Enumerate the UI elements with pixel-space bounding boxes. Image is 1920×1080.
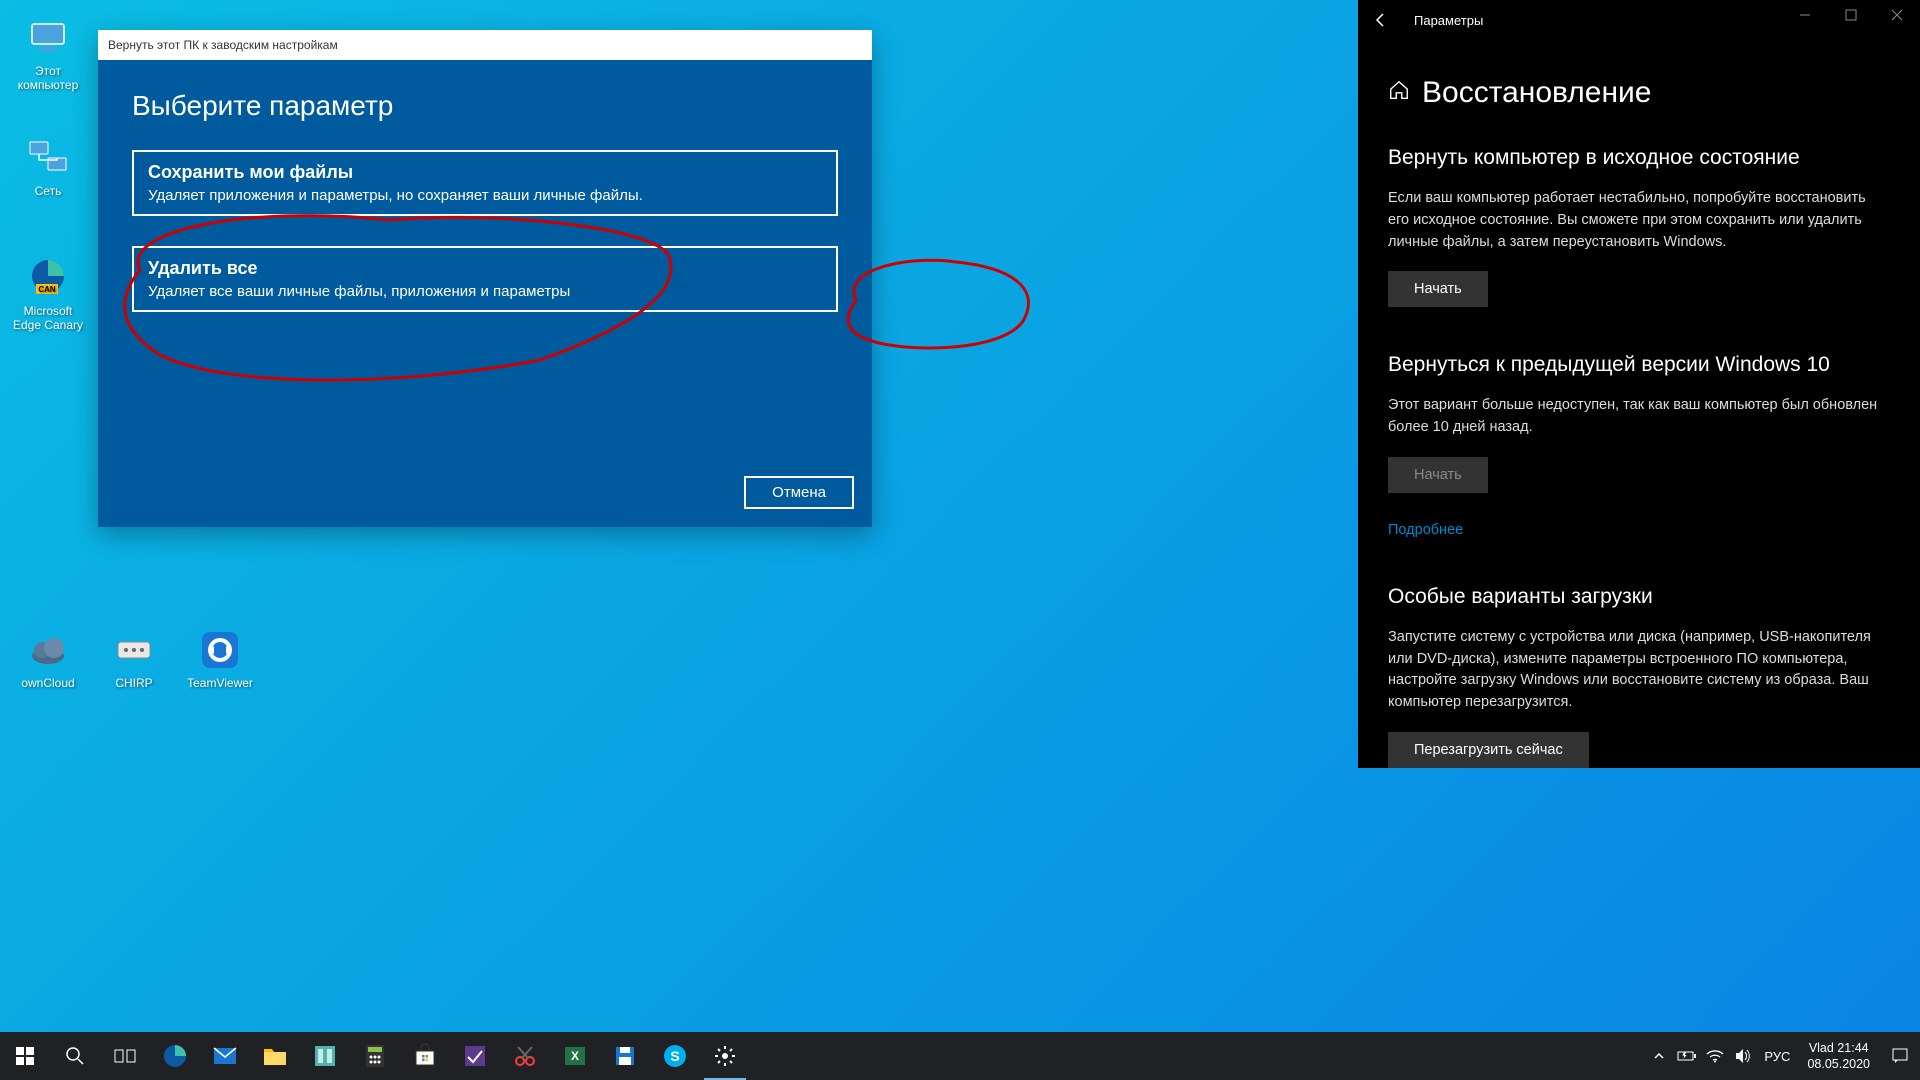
- taskbar-app-edge[interactable]: [150, 1032, 200, 1080]
- desktop-icon-label: CHIRP: [115, 676, 152, 690]
- search-button[interactable]: [50, 1032, 100, 1080]
- taskbar-app-snipping[interactable]: [500, 1032, 550, 1080]
- section-text: Этот вариант больше недоступен, так как …: [1388, 395, 1890, 439]
- reset-dialog-title: Вернуть этот ПК к заводским настройкам: [108, 38, 338, 52]
- tray-battery-icon[interactable]: [1673, 1032, 1701, 1080]
- desktop-icon-label: Microsoft Edge Canary: [10, 304, 86, 332]
- settings-window-title: Параметры: [1414, 13, 1483, 28]
- home-icon[interactable]: [1388, 79, 1410, 107]
- svg-text:S: S: [670, 1048, 679, 1064]
- reset-dialog: Вернуть этот ПК к заводским настройкам В…: [98, 30, 872, 527]
- desktop-icon-chirp[interactable]: CHIRP: [96, 628, 172, 690]
- desktop-icon-label: Сеть: [35, 184, 62, 198]
- desktop-icon-label: Этот компьютер: [10, 64, 86, 92]
- desktop-icon-teamviewer[interactable]: TeamViewer: [182, 628, 258, 690]
- serial-icon: [112, 628, 156, 672]
- start-reset-button[interactable]: Начать: [1388, 271, 1488, 307]
- tray-volume-icon[interactable]: [1729, 1032, 1757, 1080]
- section-heading-advanced: Особые варианты загрузки: [1388, 585, 1890, 609]
- desktop-icon-edge[interactable]: CAN Microsoft Edge Canary: [10, 256, 86, 332]
- option-title: Сохранить мои файлы: [148, 162, 822, 183]
- reset-option-remove-all[interactable]: Удалить все Удаляет все ваши личные файл…: [132, 246, 838, 312]
- desktop-icon-owncloud[interactable]: ownCloud: [10, 628, 86, 690]
- maximize-button[interactable]: [1828, 0, 1874, 30]
- taskbar-app-skype[interactable]: S: [650, 1032, 700, 1080]
- tray-wifi-icon[interactable]: [1701, 1032, 1729, 1080]
- cloud-icon: [26, 628, 70, 672]
- section-text: Запустите систему с устройства или диска…: [1388, 627, 1890, 714]
- option-title: Удалить все: [148, 258, 822, 279]
- start-button[interactable]: [0, 1032, 50, 1080]
- minimize-button[interactable]: [1782, 0, 1828, 30]
- section-heading-previous: Вернуться к предыдущей версии Windows 10: [1388, 353, 1890, 377]
- reset-option-keep-files[interactable]: Сохранить мои файлы Удаляет приложения и…: [132, 150, 838, 216]
- computer-icon: [26, 16, 70, 60]
- desktop-icon-label: ownCloud: [21, 676, 74, 690]
- close-button[interactable]: [1874, 0, 1920, 30]
- cancel-button[interactable]: Отмена: [744, 476, 854, 509]
- taskbar-app-explorer[interactable]: [250, 1032, 300, 1080]
- desktop-icon-label: TeamViewer: [187, 676, 253, 690]
- action-center-icon[interactable]: [1880, 1032, 1920, 1080]
- page-title: Восстановление: [1422, 76, 1651, 110]
- reset-heading: Выберите параметр: [132, 90, 838, 122]
- tray-overflow-icon[interactable]: [1645, 1032, 1673, 1080]
- start-previous-button: Начать: [1388, 457, 1488, 493]
- option-desc: Удаляет приложения и параметры, но сохра…: [148, 187, 822, 204]
- section-text: Если ваш компьютер работает нестабильно,…: [1388, 188, 1890, 253]
- taskbar-app-excel[interactable]: X: [550, 1032, 600, 1080]
- taskbar-app-mail[interactable]: [200, 1032, 250, 1080]
- settings-window: Параметры Восстановление Вернуть компьют…: [1358, 0, 1920, 768]
- section-heading-reset: Вернуть компьютер в исходное состояние: [1388, 146, 1890, 170]
- svg-text:X: X: [571, 1049, 579, 1063]
- restart-now-button[interactable]: Перезагрузить сейчас: [1388, 732, 1589, 768]
- taskbar-app-snip[interactable]: [450, 1032, 500, 1080]
- option-desc: Удаляет все ваши личные файлы, приложени…: [148, 283, 822, 300]
- teamviewer-icon: [198, 628, 242, 672]
- taskbar-clock[interactable]: Vlad 21:44 08.05.2020: [1797, 1040, 1880, 1073]
- learn-more-link[interactable]: Подробнее: [1388, 522, 1463, 538]
- reset-dialog-titlebar: Вернуть этот ПК к заводским настройкам: [98, 30, 872, 60]
- taskbar-user: Vlad: [1809, 1041, 1834, 1055]
- task-view-button[interactable]: [100, 1032, 150, 1080]
- language-indicator[interactable]: РУС: [1757, 1032, 1797, 1080]
- taskbar-time: 21:44: [1837, 1041, 1868, 1055]
- svg-text:CAN: CAN: [38, 285, 56, 294]
- desktop-icon-thispc[interactable]: Этот компьютер: [10, 16, 86, 92]
- settings-titlebar: Параметры: [1358, 0, 1920, 40]
- edge-icon: CAN: [26, 256, 70, 300]
- taskbar: X S РУС Vlad 21:44 08.05.2020: [0, 1032, 1920, 1080]
- taskbar-app-generic-blue[interactable]: [300, 1032, 350, 1080]
- taskbar-app-store[interactable]: [400, 1032, 450, 1080]
- taskbar-date: 08.05.2020: [1807, 1056, 1870, 1072]
- network-icon: [26, 136, 70, 180]
- back-button[interactable]: [1366, 5, 1396, 35]
- desktop-icon-network[interactable]: Сеть: [10, 136, 86, 198]
- taskbar-app-calculator[interactable]: [350, 1032, 400, 1080]
- taskbar-app-settings[interactable]: [700, 1032, 750, 1080]
- taskbar-app-save[interactable]: [600, 1032, 650, 1080]
